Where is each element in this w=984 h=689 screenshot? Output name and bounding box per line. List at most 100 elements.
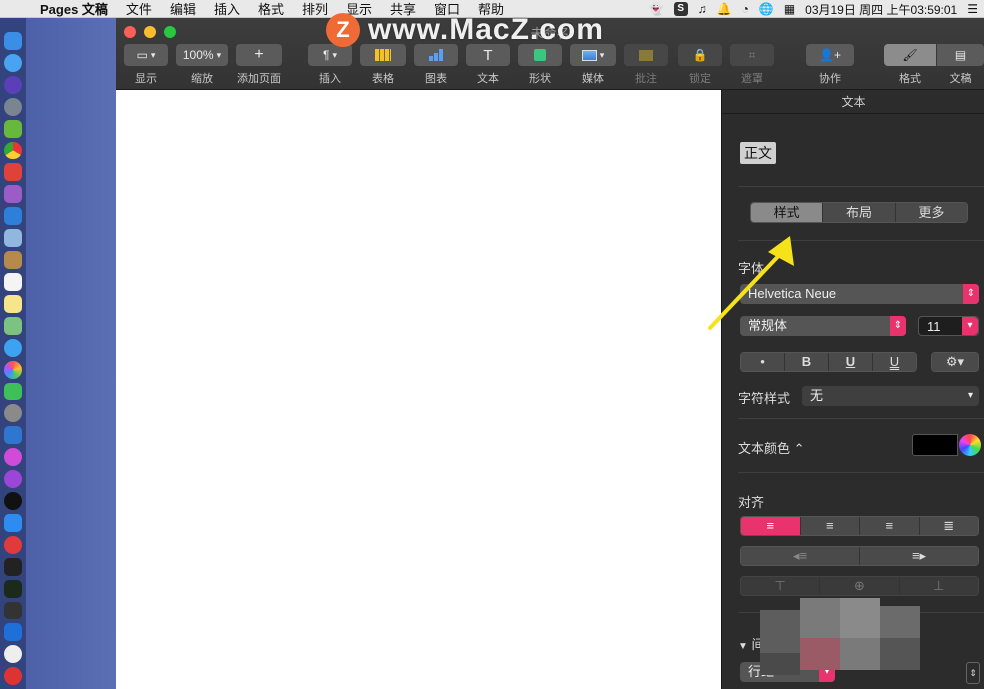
document-control[interactable]: ▤ 文稿 bbox=[937, 44, 984, 86]
zoom-popup[interactable]: 100% ▾ bbox=[176, 44, 228, 66]
chart-label: 图表 bbox=[425, 73, 447, 85]
decrease-indent-button[interactable]: ◂≡ bbox=[741, 547, 860, 565]
comment-control[interactable]: 批注 bbox=[624, 44, 668, 86]
zoom-control[interactable]: 100% ▾ 缩放 bbox=[176, 44, 228, 86]
settings-icon[interactable] bbox=[4, 404, 22, 423]
format-button[interactable]: 🖌 bbox=[884, 44, 936, 66]
justify-button[interactable]: ≣ bbox=[919, 517, 978, 535]
calendar-icon[interactable] bbox=[4, 272, 22, 291]
launchpad-icon[interactable] bbox=[4, 97, 22, 116]
format-control[interactable]: 🖌 格式 bbox=[884, 44, 936, 86]
android-icon[interactable] bbox=[4, 119, 22, 138]
messages-icon[interactable] bbox=[4, 338, 22, 357]
tab-layout[interactable]: 布局 bbox=[823, 203, 896, 222]
siri-icon[interactable] bbox=[4, 75, 22, 94]
bullet-button[interactable]: • bbox=[741, 353, 785, 371]
finder-icon[interactable] bbox=[4, 32, 22, 50]
podcasts-icon[interactable] bbox=[4, 470, 22, 489]
notes-brown-icon[interactable] bbox=[4, 251, 22, 269]
char-style-popup[interactable]: 无 ▾ bbox=[802, 386, 979, 406]
menu-item-file[interactable]: 文件 bbox=[126, 0, 152, 18]
align-top-button[interactable]: ⊤ bbox=[741, 577, 821, 595]
inspector-header: 文本 bbox=[722, 90, 984, 114]
vpn-icon[interactable] bbox=[4, 623, 22, 642]
app-blue-icon[interactable] bbox=[4, 207, 22, 226]
app-store-icon[interactable] bbox=[4, 513, 22, 532]
photos-icon[interactable] bbox=[4, 360, 22, 379]
itunes-icon[interactable] bbox=[4, 448, 22, 467]
font-size-field[interactable]: 11 ▾ bbox=[918, 316, 979, 336]
time-machine-icon[interactable]: ◔ bbox=[742, 2, 749, 16]
collab-control[interactable]: 👤+ 协作 bbox=[806, 44, 854, 86]
document-button[interactable]: ▤ bbox=[937, 44, 984, 66]
chevron-down-icon: ▾ bbox=[150, 49, 156, 60]
document-canvas[interactable] bbox=[116, 90, 721, 689]
text-options-menu[interactable]: ⚙▾ bbox=[931, 352, 979, 372]
align-left-button[interactable]: ≡ bbox=[741, 517, 801, 535]
add-page-button[interactable]: + bbox=[236, 44, 282, 66]
menu-item-arrange[interactable]: 排列 bbox=[302, 0, 328, 18]
app-red-icon[interactable] bbox=[4, 163, 22, 182]
shape-control[interactable]: 形状 bbox=[518, 44, 562, 86]
maps-icon[interactable] bbox=[4, 316, 22, 335]
italic-button[interactable]: U bbox=[829, 353, 873, 371]
app-purple-icon[interactable] bbox=[4, 185, 22, 204]
apple-tv-icon[interactable] bbox=[4, 492, 22, 510]
view-control[interactable]: ▭ ▾ 显示 bbox=[124, 44, 168, 86]
menu-item-insert[interactable]: 插入 bbox=[214, 0, 240, 18]
insert-control[interactable]: ¶ ▾ 插入 bbox=[308, 44, 352, 86]
menubar-clock[interactable]: 03月19日 周四 上午03:59:01 bbox=[805, 1, 957, 18]
view-button[interactable]: ▭ ▾ bbox=[124, 44, 168, 66]
keynote-icon[interactable] bbox=[4, 426, 22, 445]
strike-button[interactable]: U bbox=[873, 353, 916, 371]
s-app-icon[interactable]: S bbox=[673, 2, 688, 16]
notes-icon[interactable] bbox=[4, 294, 22, 313]
facetime-icon[interactable] bbox=[4, 382, 22, 401]
text-control[interactable]: T 文本 bbox=[466, 44, 510, 86]
terminal-icon[interactable] bbox=[4, 557, 22, 576]
menu-item-format[interactable]: 格式 bbox=[258, 0, 284, 18]
vivaldi-icon[interactable] bbox=[4, 535, 22, 554]
chrome-icon[interactable] bbox=[4, 141, 22, 160]
add-page-control[interactable]: + 添加页面 bbox=[236, 44, 282, 86]
netease-music-icon[interactable] bbox=[4, 667, 22, 686]
bold-button[interactable]: B bbox=[785, 353, 829, 371]
console-icon[interactable] bbox=[4, 601, 22, 620]
align-middle-button[interactable]: ⊕ bbox=[820, 577, 900, 595]
text-color-well[interactable] bbox=[912, 434, 958, 456]
tab-style[interactable]: 样式 bbox=[751, 203, 824, 222]
mask-control[interactable]: ⌗ 遮罩 bbox=[730, 44, 774, 86]
chart-control[interactable]: 图表 bbox=[414, 44, 458, 86]
paragraph-style-button[interactable]: 正文 bbox=[740, 142, 776, 164]
tab-more[interactable]: 更多 bbox=[895, 203, 967, 222]
globe-icon[interactable]: 🌐 bbox=[759, 2, 774, 16]
align-center-button[interactable]: ≡ bbox=[800, 517, 860, 535]
control-center-icon[interactable]: ☰ bbox=[967, 2, 978, 16]
music-icon[interactable]: ♫ bbox=[698, 2, 707, 16]
comment-button[interactable] bbox=[624, 44, 668, 66]
align-right-button[interactable]: ≡ bbox=[860, 517, 920, 535]
collab-button[interactable]: 👤+ bbox=[806, 44, 854, 66]
grid-icon[interactable]: ▦ bbox=[784, 2, 795, 16]
mask-button[interactable]: ⌗ bbox=[730, 44, 774, 66]
lock-button[interactable]: 🔒 bbox=[678, 44, 722, 66]
color-wheel-icon[interactable] bbox=[959, 434, 981, 456]
preview-icon[interactable] bbox=[4, 229, 22, 248]
media-control[interactable]: ▾ 媒体 bbox=[570, 44, 616, 86]
yandex-icon[interactable] bbox=[4, 645, 22, 664]
notification-icon[interactable]: 🔔 bbox=[717, 2, 732, 16]
safari-icon[interactable] bbox=[4, 53, 22, 72]
updown-icon: ⇕ bbox=[963, 284, 979, 304]
align-label: 对齐 bbox=[738, 495, 765, 510]
line-spacing-stepper[interactable]: ⇕ bbox=[966, 662, 980, 684]
menu-item-edit[interactable]: 编辑 bbox=[170, 0, 196, 18]
table-control[interactable]: 表格 bbox=[360, 44, 406, 86]
increase-indent-button[interactable]: ≡▸ bbox=[860, 547, 978, 565]
activity-monitor-icon[interactable] bbox=[4, 579, 22, 598]
table-label: 表格 bbox=[372, 73, 394, 85]
align-bottom-button[interactable]: ⊥ bbox=[899, 577, 978, 595]
shape-icon bbox=[534, 49, 546, 61]
lock-control[interactable]: 🔒 锁定 bbox=[678, 44, 722, 86]
app-name-menu[interactable]: Pages 文稿 bbox=[40, 0, 108, 18]
ghost-icon[interactable]: 👻 bbox=[649, 2, 664, 16]
